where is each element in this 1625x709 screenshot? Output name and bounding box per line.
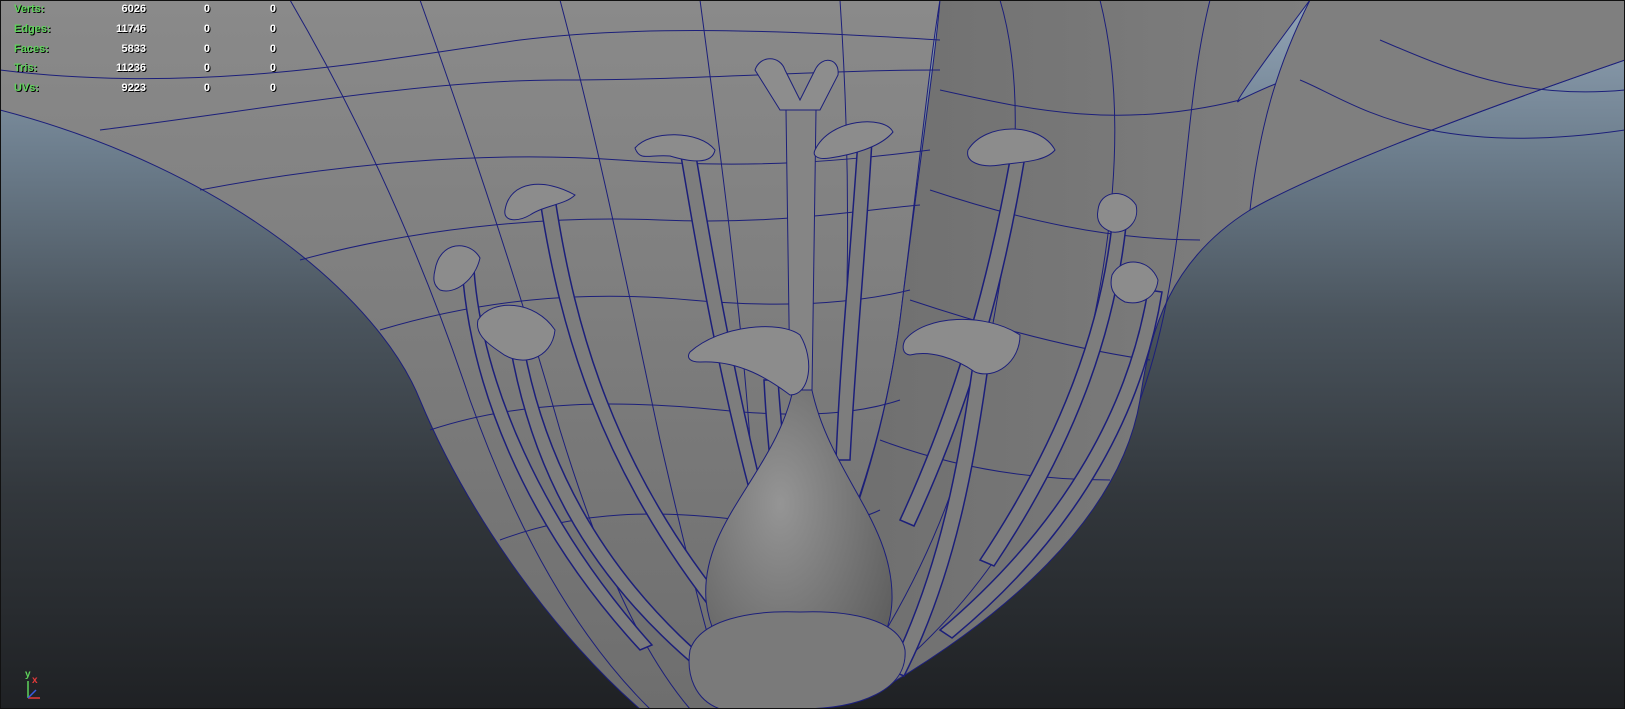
hud-row-uvs: UVs: 9223 0 0	[14, 81, 276, 101]
petal-back-right	[1249, 0, 1625, 211]
poly-count-hud: Verts: 6026 0 0 Edges: 11746 0 0 Faces: …	[14, 2, 276, 101]
hud-value: 11746	[116, 22, 146, 35]
hud-value: 0	[203, 42, 210, 55]
hud-value: 0	[269, 42, 276, 55]
receptacle	[688, 611, 906, 709]
hud-value: 0	[203, 3, 210, 15]
hud-label: Tris:	[14, 62, 38, 75]
hud-value: 5833	[121, 42, 146, 55]
hud-label: UVs:	[14, 82, 40, 95]
axis-y-label: y	[25, 669, 31, 680]
flower-mesh[interactable]	[0, 0, 1625, 709]
axis-x-label: x	[32, 675, 38, 686]
hud-value: 0	[203, 22, 210, 35]
hud-value: 11236	[116, 62, 146, 75]
hud-value: 0	[203, 82, 210, 95]
hud-value: 0	[269, 62, 276, 75]
hud-row-verts: Verts: 6026 0 0	[14, 2, 276, 22]
hud-value: 9223	[121, 82, 146, 95]
hud-value: 6026	[121, 3, 146, 15]
hud-value: 0	[269, 3, 276, 15]
hud-label: Edges:	[14, 22, 51, 35]
hud-row-edges: Edges: 11746 0 0	[14, 22, 276, 42]
hud-value: 0	[203, 62, 210, 75]
hud-row-faces: Faces: 5833 0 0	[14, 42, 276, 62]
axis-gizmo-icon: y x	[20, 669, 50, 702]
hud-label: Verts:	[14, 3, 45, 15]
hud-value: 0	[269, 82, 276, 95]
viewport-panel[interactable]: Verts: 6026 0 0 Edges: 11746 0 0 Faces: …	[0, 0, 1625, 709]
hud-label: Faces:	[14, 42, 49, 55]
hud-value: 0	[269, 22, 276, 35]
hud-row-tris: Tris: 11236 0 0	[14, 61, 276, 81]
